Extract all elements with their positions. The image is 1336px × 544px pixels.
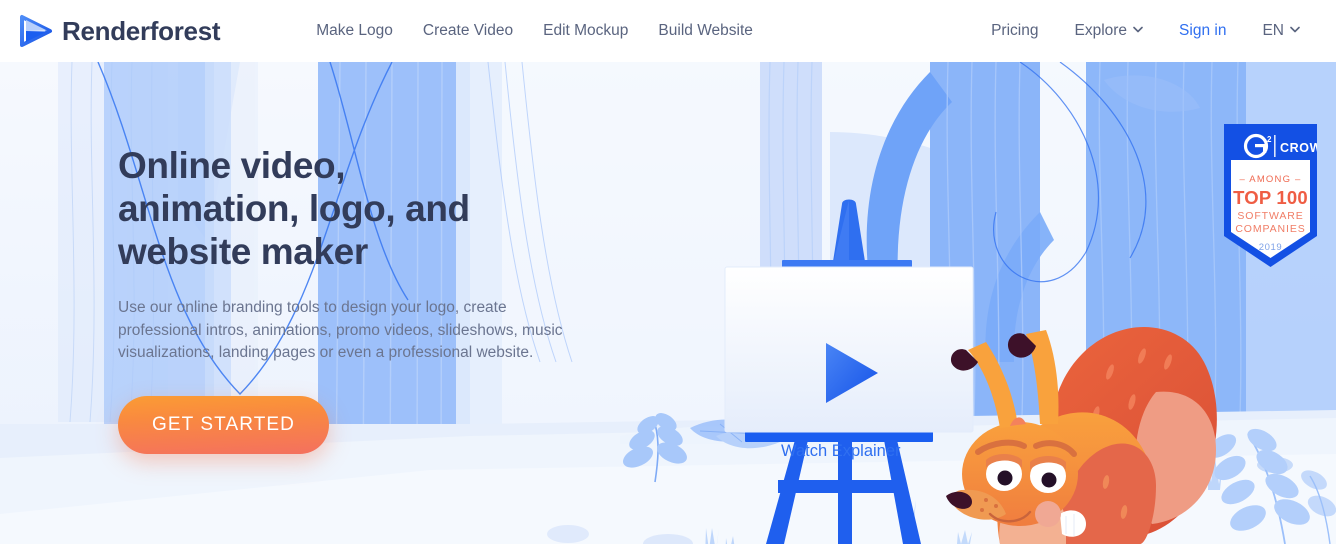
badge-rank-text: TOP 100 <box>1233 187 1308 208</box>
get-started-button[interactable]: GET STARTED <box>118 395 329 454</box>
play-triangle-logo-icon <box>20 15 52 47</box>
hero-title-line-1: Online video, <box>118 145 346 186</box>
badge-companies-text: COMPANIES <box>1235 223 1305 235</box>
chevron-down-icon <box>1133 26 1143 33</box>
nav-item-pricing[interactable]: Pricing <box>973 22 1056 40</box>
g2-crowd-badge[interactable]: 2 CROWD – AMONG – TOP 100 SOFTWARE COMPA… <box>1224 124 1317 267</box>
hero-copy: Online video, animation, logo, and websi… <box>118 144 638 454</box>
nav-item-edit-mockup[interactable]: Edit Mockup <box>528 22 643 40</box>
hero-title-line-3: website maker <box>118 231 368 272</box>
watch-explainer-link[interactable]: Watch Explainer <box>781 442 901 461</box>
logo[interactable]: Renderforest <box>20 14 221 48</box>
sign-in-link[interactable]: Sign in <box>1161 22 1244 40</box>
nav-item-build-website[interactable]: Build Website <box>643 22 767 40</box>
language-selector[interactable]: EN <box>1244 22 1318 40</box>
nav-item-explore-label: Explore <box>1074 22 1128 39</box>
site-header: Renderforest Make Logo Create Video Edit… <box>0 0 1336 62</box>
hero-subtitle: Use our online branding tools to design … <box>118 299 563 361</box>
nav-item-make-logo[interactable]: Make Logo <box>301 22 408 40</box>
hero-title-line-2: animation, logo, and <box>118 188 470 229</box>
logo-text: Renderforest <box>62 15 221 46</box>
badge-year-text: 2019 <box>1259 242 1283 253</box>
badge-g2-superscript: 2 <box>1267 135 1272 144</box>
renderforest-landing-page: Watch Explainer Online video, animation,… <box>0 0 1336 544</box>
nav-item-create-video[interactable]: Create Video <box>408 22 528 40</box>
squirrel-illustration <box>946 327 1217 544</box>
chevron-down-icon-language <box>1290 26 1300 33</box>
badge-among-text: – AMONG – <box>1239 174 1301 185</box>
badge-software-text: SOFTWARE <box>1237 210 1303 222</box>
hero-section: Watch Explainer Online video, animation,… <box>0 62 1336 544</box>
nav-item-explore[interactable]: Explore <box>1056 22 1161 40</box>
badge-crowd-text: CROWD <box>1280 141 1317 155</box>
page-title: Online video, animation, logo, and websi… <box>118 144 638 273</box>
language-selector-label: EN <box>1262 22 1284 39</box>
header-right-actions: Pricing Explore Sign in EN <box>973 22 1318 40</box>
main-navigation: Make Logo Create Video Edit Mockup Build… <box>301 22 768 40</box>
